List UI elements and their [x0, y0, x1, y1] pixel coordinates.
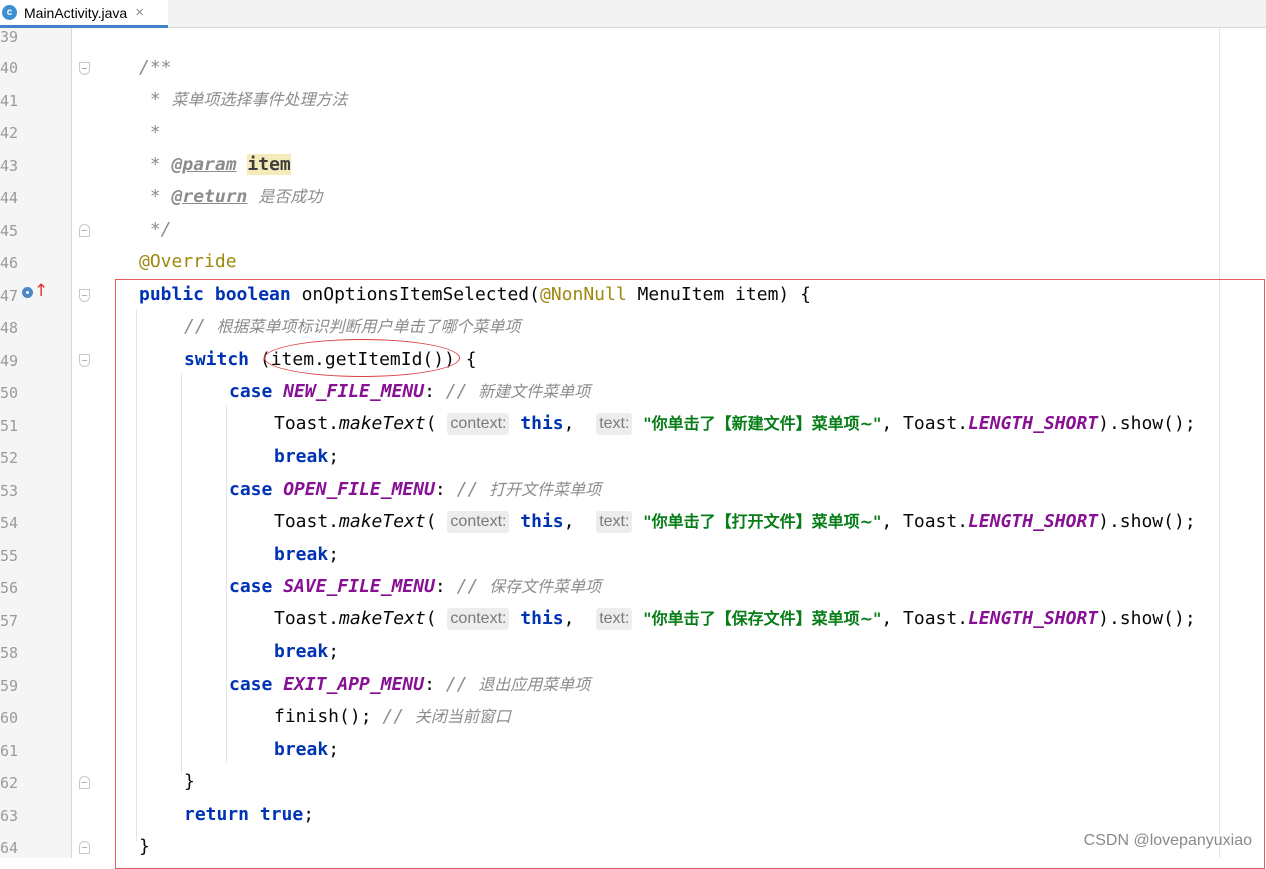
code-line: */ [139, 219, 172, 240]
line-number: 52 [0, 449, 19, 467]
line-number: 58 [0, 644, 19, 662]
tab-title: MainActivity.java [24, 4, 128, 21]
fold-marker-icon[interactable] [79, 776, 90, 789]
line-number: 56 [0, 579, 19, 597]
highlight-oval [264, 339, 460, 377]
line-number: 53 [0, 482, 19, 500]
line-number: 43 [0, 157, 19, 175]
watermark: CSDN @lovepanyuxiao [1083, 832, 1252, 849]
code-line: * 菜单项选择事件处理方法 [139, 89, 348, 110]
editor-tab-bar: c MainActivity.java × [0, 0, 1266, 28]
line-number: 61 [0, 742, 19, 760]
java-class-icon: c [2, 5, 17, 20]
line-number: 60 [0, 709, 19, 727]
close-icon[interactable]: × [135, 4, 144, 21]
line-number: 48 [0, 319, 19, 337]
fold-marker-icon[interactable] [79, 224, 90, 237]
override-arrow-icon[interactable]: ↑ [34, 281, 48, 301]
line-number-gutter [0, 28, 72, 858]
line-number: 54 [0, 514, 19, 532]
code-line: /** [139, 57, 172, 78]
fold-marker-icon[interactable] [79, 289, 90, 302]
line-number: 46 [0, 254, 19, 272]
fold-marker-icon[interactable] [79, 841, 90, 854]
line-number: 57 [0, 612, 19, 630]
line-number: 41 [0, 92, 19, 110]
code-line: * @param item [139, 154, 291, 175]
line-number: 50 [0, 384, 19, 402]
fold-marker-icon[interactable] [79, 354, 90, 367]
line-number: 63 [0, 807, 19, 825]
override-marker-icon[interactable] [22, 287, 33, 298]
line-number: 51 [0, 417, 19, 435]
line-number: 49 [0, 352, 19, 370]
code-line: * [139, 122, 161, 143]
tab-mainactivity[interactable]: c MainActivity.java × [0, 0, 168, 28]
line-number: 42 [0, 124, 19, 142]
line-number: 62 [0, 774, 19, 792]
line-number: 40 [0, 59, 19, 77]
fold-marker-icon[interactable] [79, 62, 90, 75]
line-number: 44 [0, 189, 19, 207]
line-number: 45 [0, 222, 19, 240]
code-line: @Override [139, 251, 237, 272]
line-number: 39 [0, 28, 19, 46]
line-number: 59 [0, 677, 19, 695]
line-number: 64 [0, 839, 19, 857]
line-number: 47 [0, 287, 19, 305]
line-number: 55 [0, 547, 19, 565]
code-line: * @return 是否成功 [139, 186, 323, 207]
